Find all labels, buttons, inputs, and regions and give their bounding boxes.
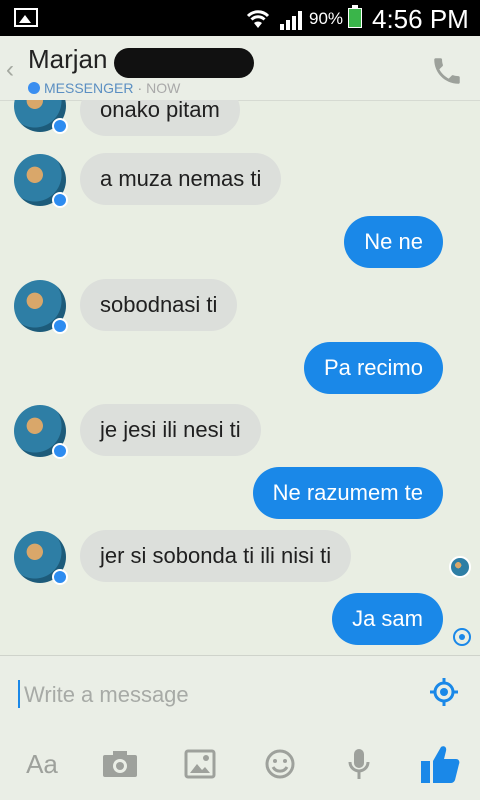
emoji-icon[interactable] — [262, 742, 298, 786]
outgoing-message[interactable]: Ne ne — [344, 216, 443, 268]
incoming-message[interactable]: a muza nemas ti — [80, 153, 282, 205]
gallery-notification-icon — [14, 8, 38, 27]
text-caret — [18, 680, 20, 708]
messenger-badge-icon — [52, 192, 68, 208]
status-clock: 4:56 PM — [372, 4, 469, 34]
seen-avatar-icon — [449, 556, 471, 578]
contact-avatar[interactable] — [14, 531, 68, 585]
composer-toolbar: Aa — [0, 742, 480, 790]
messenger-badge-icon — [52, 569, 68, 585]
message-composer: Aa — [0, 655, 480, 800]
signal-icon — [280, 10, 306, 30]
message-input-wrapper[interactable] — [18, 678, 418, 712]
delivered-icon — [453, 628, 471, 646]
contact-status: MESSENGER · NOW — [28, 80, 180, 96]
battery-percentage: 90% — [309, 9, 344, 28]
outgoing-message[interactable]: Ne razumem te — [252, 467, 443, 519]
outgoing-message[interactable]: Pa recimo — [303, 342, 443, 394]
contact-avatar[interactable] — [14, 405, 68, 459]
microphone-icon[interactable] — [344, 742, 374, 786]
battery-icon — [348, 5, 362, 28]
contact-avatar[interactable] — [14, 100, 68, 134]
back-chevron-icon[interactable]: ‹ — [6, 56, 14, 84]
platform-label: MESSENGER — [44, 80, 134, 96]
message-input[interactable] — [22, 678, 416, 712]
status-separator: · — [137, 80, 143, 96]
status-bar: 90% 4:56 PM — [0, 0, 480, 36]
wifi-icon — [244, 6, 272, 36]
phone-call-icon[interactable] — [430, 54, 464, 88]
outgoing-message[interactable]: Ja sam — [332, 593, 443, 645]
message-thread[interactable]: onako pitam a muza nemas ti Ne ne sobodn… — [0, 100, 480, 655]
text-style-button[interactable]: Aa — [22, 742, 62, 786]
incoming-message[interactable]: jer si sobonda ti ili nisi ti — [80, 530, 352, 582]
last-active-label: NOW — [146, 80, 181, 96]
incoming-message[interactable]: onako pitam — [80, 100, 240, 136]
gallery-icon[interactable] — [182, 742, 218, 786]
incoming-message[interactable]: sobodnasi ti — [80, 279, 238, 331]
messenger-badge-icon — [52, 318, 68, 334]
redaction-mark — [114, 48, 254, 78]
incoming-message[interactable]: je jesi ili nesi ti — [80, 404, 261, 456]
messenger-badge-icon — [52, 443, 68, 459]
contact-avatar[interactable] — [14, 280, 68, 334]
messenger-icon — [28, 82, 40, 94]
like-thumbs-up-icon[interactable] — [418, 742, 462, 786]
contact-avatar[interactable] — [14, 154, 68, 208]
camera-icon[interactable] — [100, 742, 140, 786]
contact-name[interactable]: Marjan — [28, 44, 107, 75]
conversation-header: ‹ Marjan MESSENGER · NOW — [0, 36, 480, 101]
messenger-badge-icon — [52, 118, 68, 134]
location-icon[interactable] — [428, 676, 460, 708]
